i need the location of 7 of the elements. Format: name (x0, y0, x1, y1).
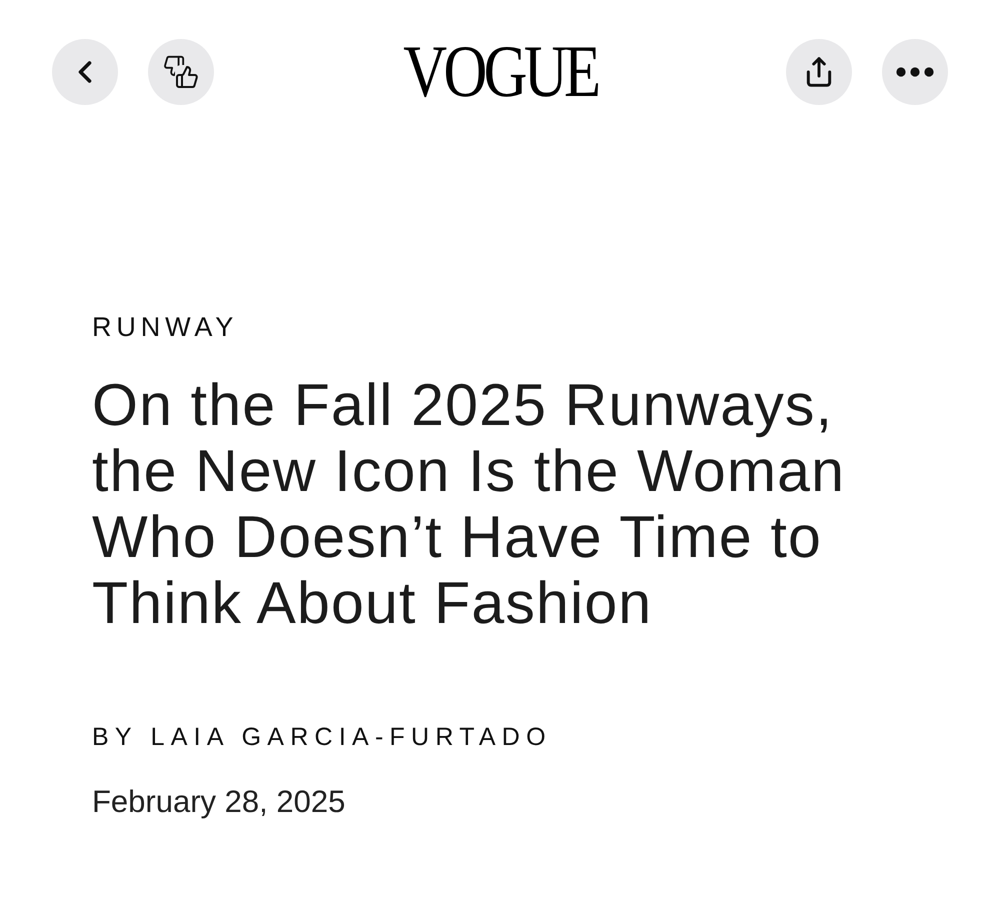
author-byline: BY LAIA GARCIA-FURTADO (92, 722, 552, 752)
publish-date: February 28, 2025 (92, 784, 346, 820)
more-icon (896, 67, 934, 77)
article-headline: On the Fall 2025 Runways, the New Icon Is the Woman Who Doesn’t Have Time to Think About Fashion (92, 372, 846, 636)
vogue-logo[interactable]: VOGUE (400, 39, 600, 105)
thumbs-down-up-icon (163, 55, 199, 89)
category-label: RUNWAY (92, 312, 238, 342)
